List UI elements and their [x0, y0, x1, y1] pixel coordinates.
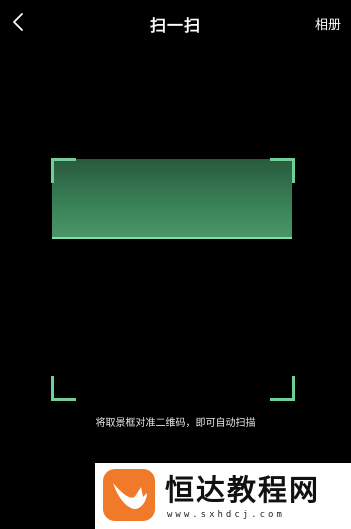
page-title: 扫一扫	[149, 16, 201, 35]
corner-bottom-left	[51, 376, 76, 401]
corner-bottom-right	[270, 376, 295, 401]
watermark-url: www.sxhdcj.com	[167, 510, 285, 520]
top-bar: 扫一扫 相册	[0, 0, 351, 44]
album-button[interactable]: 相册	[315, 14, 341, 33]
watermark: 恒达教程网 www.sxhdcj.com	[95, 463, 351, 529]
corner-top-left	[51, 158, 76, 183]
fish-logo-icon	[103, 469, 155, 521]
scan-frame	[51, 158, 295, 401]
scan-hint: 将取景框对准二维码，即可自动扫描	[95, 418, 256, 429]
scan-line-glow	[52, 159, 292, 239]
corner-top-right	[270, 158, 295, 183]
watermark-brand: 恒达教程网	[165, 473, 321, 507]
